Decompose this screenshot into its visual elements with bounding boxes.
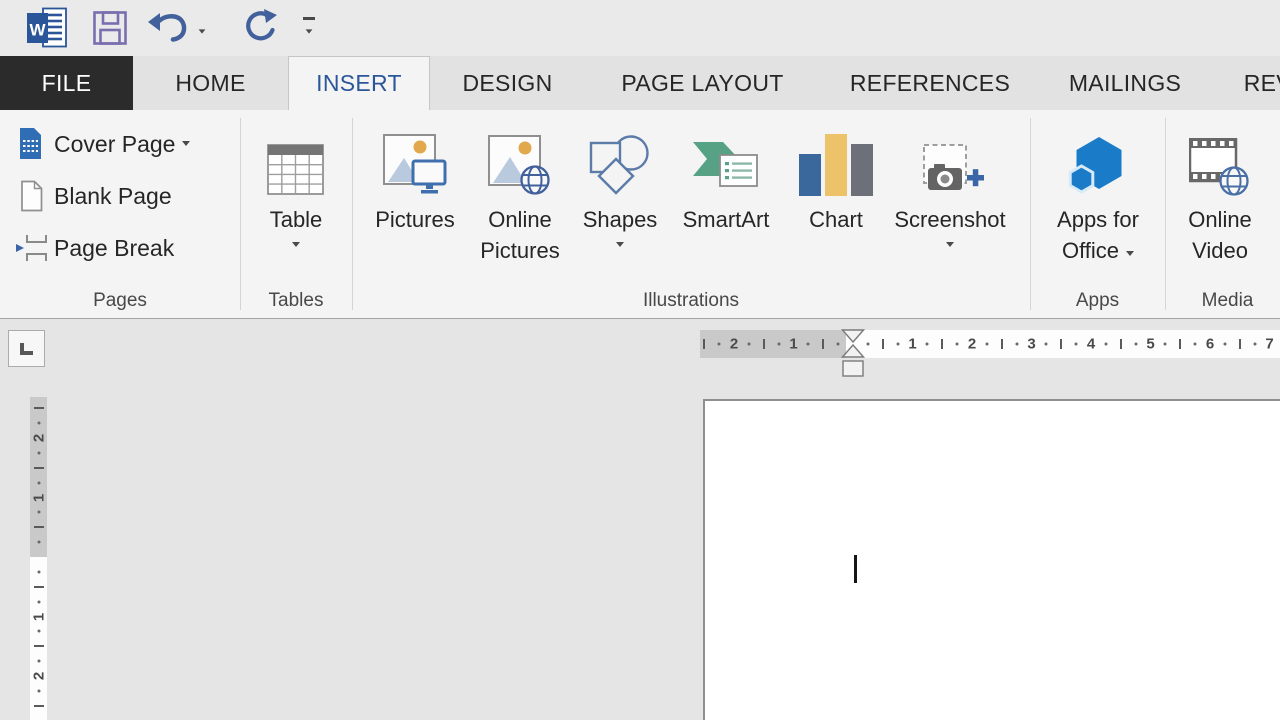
online-video-label-line2: Video	[1192, 238, 1248, 263]
dropdown-arrow-icon	[182, 140, 191, 146]
smartart-label: SmartArt	[682, 207, 770, 232]
screenshot-icon	[915, 114, 985, 196]
tab-home[interactable]: HOME	[133, 56, 288, 110]
table-button[interactable]: Table	[260, 114, 332, 284]
ribbon-insert-panel: Cover Page Blank Page Page Break Pages T…	[0, 110, 1280, 319]
chart-button[interactable]: Chart	[794, 114, 878, 284]
shapes-button[interactable]: Shapes	[574, 114, 666, 284]
shapes-icon	[588, 114, 652, 196]
page-break-label: Page Break	[54, 234, 175, 261]
group-label-tables: Tables	[268, 290, 324, 311]
tab-mailings[interactable]: MAILINGS	[1040, 56, 1210, 110]
word-window: W FILE HOME INSERT DESIGN PAGE LAYOUT RE…	[0, 0, 1280, 720]
cover-page-button[interactable]: Cover Page	[10, 121, 235, 167]
tab-page-layout[interactable]: PAGE LAYOUT	[585, 56, 820, 110]
dropdown-arrow-icon	[198, 29, 206, 34]
document-workspace: 211234567 2112	[0, 320, 1280, 720]
online-pictures-icon	[488, 114, 552, 196]
apps-for-office-label-line2: Office	[1062, 235, 1135, 266]
group-label-illustrations: Illustrations	[642, 290, 740, 311]
smartart-icon	[693, 114, 759, 196]
undo-dropdown-button[interactable]	[198, 22, 206, 37]
left-indent-marker	[842, 360, 864, 377]
dropdown-arrow-icon	[292, 242, 300, 247]
undo-icon	[148, 13, 187, 42]
svg-text:W: W	[29, 21, 46, 40]
shapes-label: Shapes	[582, 207, 658, 232]
online-video-icon	[1189, 114, 1251, 196]
tab-file[interactable]: FILE	[0, 56, 133, 110]
page-break-button[interactable]: Page Break	[10, 225, 235, 271]
quick-access-toolbar: W	[0, 0, 1280, 56]
vertical-ruler[interactable]: 2112	[30, 397, 47, 720]
tab-review[interactable]: REVIEW	[1210, 56, 1280, 110]
tab-references[interactable]: REFERENCES	[820, 56, 1040, 110]
pictures-label: Pictures	[375, 207, 455, 232]
pictures-button[interactable]: Pictures	[371, 114, 459, 284]
apps-for-office-button[interactable]: Apps for Office	[1040, 114, 1156, 284]
blank-page-button[interactable]: Blank Page	[10, 173, 235, 219]
screenshot-button[interactable]: Screenshot	[880, 114, 1020, 284]
apps-for-office-label-line1: Apps for	[1057, 207, 1139, 232]
redo-button[interactable]	[240, 8, 278, 47]
word-logo-icon: W	[26, 7, 68, 54]
group-label-pages: Pages	[93, 290, 147, 311]
online-video-button[interactable]: Online Video	[1168, 114, 1272, 284]
redo-icon	[246, 9, 277, 41]
horizontal-ruler[interactable]: 211234567	[700, 330, 1280, 358]
group-separator	[240, 118, 241, 310]
tab-design[interactable]: DESIGN	[430, 56, 585, 110]
tab-insert[interactable]: INSERT	[288, 56, 430, 110]
online-pictures-button[interactable]: Online Pictures	[468, 114, 572, 284]
ribbon-tabs: FILE HOME INSERT DESIGN PAGE LAYOUT REFE…	[0, 56, 1280, 110]
cover-page-icon	[10, 127, 54, 161]
first-line-indent-marker	[841, 329, 865, 344]
online-pictures-label-line1: Online	[488, 207, 552, 232]
online-pictures-label-line2: Pictures	[480, 238, 560, 263]
cover-page-label: Cover Page	[54, 130, 176, 157]
dropdown-arrow-icon	[1126, 251, 1135, 256]
customize-qat-button[interactable]	[303, 17, 315, 37]
screenshot-label: Screenshot	[894, 207, 1006, 232]
table-label: Table	[269, 207, 323, 232]
group-label-media: Media	[1201, 290, 1254, 311]
dropdown-arrow-icon	[305, 29, 313, 34]
hanging-indent-marker	[841, 343, 865, 358]
blank-page-label: Blank Page	[54, 182, 172, 209]
page-break-icon	[10, 234, 54, 262]
chart-icon	[797, 114, 875, 196]
smartart-button[interactable]: SmartArt	[666, 114, 786, 284]
apps-for-office-icon	[1065, 114, 1131, 196]
dropdown-arrow-icon	[946, 242, 954, 247]
save-button[interactable]	[92, 10, 128, 49]
online-video-label-line1: Online	[1188, 207, 1252, 232]
blank-page-icon	[10, 180, 54, 212]
chart-label: Chart	[809, 207, 863, 232]
indent-markers[interactable]	[841, 329, 865, 379]
group-separator	[1030, 118, 1031, 310]
document-page[interactable]	[703, 399, 1280, 720]
group-label-apps: Apps	[1075, 290, 1120, 311]
group-separator	[352, 118, 353, 310]
pictures-icon	[383, 114, 447, 196]
save-icon	[93, 11, 127, 45]
dropdown-arrow-icon	[616, 242, 624, 247]
undo-button[interactable]	[146, 10, 192, 45]
table-icon	[267, 114, 325, 196]
left-tab-stop-icon	[20, 342, 33, 355]
customize-qat-icon	[303, 17, 315, 20]
text-cursor	[854, 555, 857, 583]
tab-stop-selector-button[interactable]	[8, 330, 45, 367]
group-separator	[1165, 118, 1166, 310]
